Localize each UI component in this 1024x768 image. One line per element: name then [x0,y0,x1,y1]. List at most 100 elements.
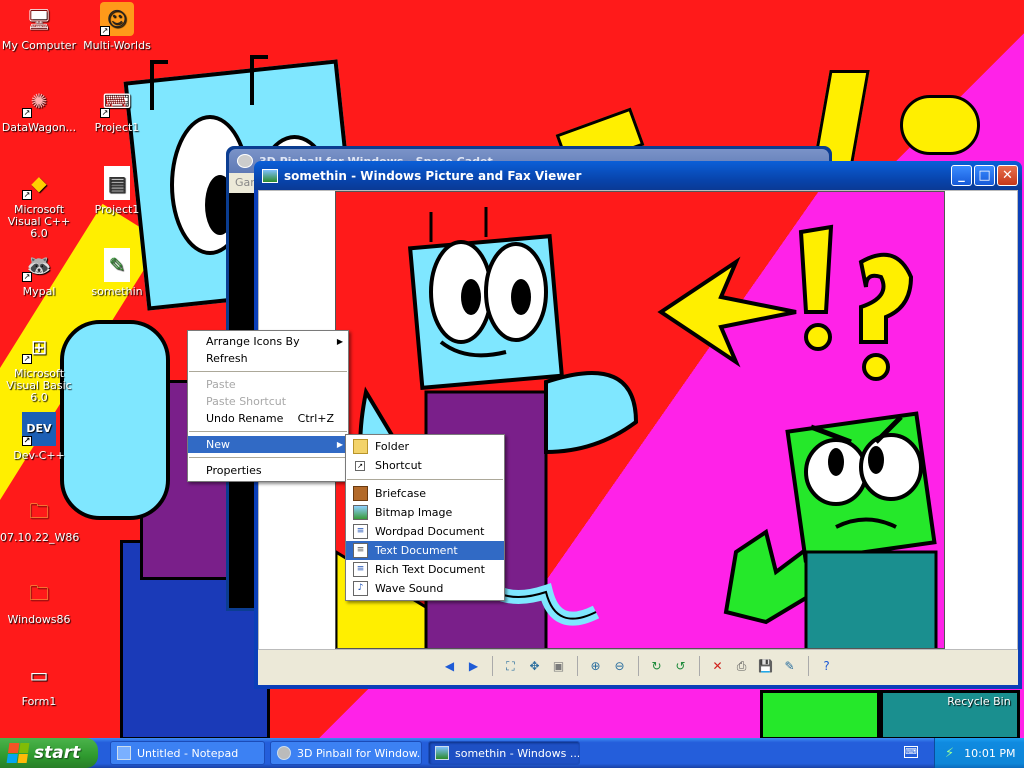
image-file-icon: ✎ [104,248,130,282]
viewer-title: somethin - Windows Picture and Fax Viewe… [284,168,582,183]
menu-item-label: Refresh [206,352,248,365]
wallpaper-antenna [250,55,268,105]
menu-properties[interactable]: Properties [188,462,348,479]
folder-icon [353,439,368,454]
document-icon: ▤ [104,166,130,200]
pinball-icon [277,746,291,760]
desktop-icon-label: Microsoft Visual C++ 6.0 [7,203,71,240]
new-wave-sound-item[interactable]: ♪ Wave Sound [346,579,504,598]
menu-new[interactable]: New ▶ [188,436,348,453]
previous-image-button[interactable]: ◀ [441,657,459,675]
text-document-icon: ≡ [353,543,368,558]
new-bitmap-item[interactable]: Bitmap Image [346,503,504,522]
best-fit-button[interactable]: ⛶ [502,657,520,675]
minimize-button[interactable]: _ [951,165,972,186]
zoom-in-button[interactable]: ⊕ [587,657,605,675]
menu-item-label: Paste [206,378,236,391]
menu-item-label: Bitmap Image [375,506,453,519]
desktop-icon-zip-folder[interactable]: 🗀 07.10.22_W86 [0,494,79,544]
desktop-icon-project1-file[interactable]: ▤ Project1 [78,166,156,216]
desktop-icon-project1-vb[interactable]: ⌨ ↗ Project1 [78,84,156,134]
new-wordpad-item[interactable]: ≡ Wordpad Document [346,522,504,541]
desktop-icon-dev-cpp[interactable]: DEV ↗ Dev-C++ [0,412,78,462]
menu-item-label: Shortcut [375,459,422,472]
desktop-icon-label: My Computer [1,39,77,52]
network-icon[interactable]: ⚡ [945,746,954,761]
desktop-icon-windows86[interactable]: 🗀 Windows86 [0,576,78,626]
viewer-toolbar: ◀ ▶ ⛶ ✥ ▣ ⊕ ⊖ ↻ ↺ ✕ ⎙ 💾 ✎? [258,647,1018,685]
toolbar-separator [807,656,809,676]
next-image-button[interactable]: ▶ [465,657,483,675]
toolbar-separator [576,656,578,676]
menu-arrange-icons-by[interactable]: Arrange Icons By ▶ [188,333,348,350]
windows-logo-icon [6,743,30,763]
print-button[interactable]: ⎙ [733,657,751,675]
desktop-icon-multi-worlds[interactable]: ☺ ↗ Multi-Worlds [78,2,156,52]
new-folder-item[interactable]: Folder [346,437,504,456]
desktop-icon-datawagon[interactable]: ✺ ↗ DataWagon... [0,84,78,134]
help-button[interactable]: ? [818,657,836,675]
menu-item-label: Wordpad Document [375,525,485,538]
new-briefcase-item[interactable]: Briefcase [346,484,504,503]
shortcut-icon: ↗ [355,461,365,471]
close-button[interactable]: ✕ [997,165,1018,186]
edit-button[interactable]: ✎ [781,657,799,675]
desktop-icon-somethin[interactable]: ✎ somethin [78,248,156,298]
keyboard-icon[interactable]: ⌨ [904,746,918,758]
viewer-titlebar[interactable]: somethin - Windows Picture and Fax Viewe… [254,161,1022,190]
submenu-arrow-icon: ▶ [336,440,343,449]
taskbar: start Untitled - Notepad 3D Pinball for … [0,738,1024,768]
save-button[interactable]: 💾 [757,657,775,675]
desktop-icon-label: Dev-C++ [13,449,65,462]
desktop-icon-visual-cpp[interactable]: ◆ ↗ Microsoft Visual C++ 6.0 [0,166,78,240]
picture-viewer-window[interactable]: somethin - Windows Picture and Fax Viewe… [254,161,1022,689]
visual-basic-icon: ⊞ ↗ [22,335,48,364]
wave-sound-icon: ♪ [353,581,368,596]
datawagon-icon: ✺ ↗ [22,89,48,118]
taskbar-button-pinball[interactable]: 3D Pinball for Window... [270,741,422,765]
new-submenu: Folder ↗ Shortcut Briefcase Bitmap Image… [345,434,505,601]
menu-item-label: New [206,438,230,451]
maximize-button[interactable]: □ [974,165,995,186]
rotate-clockwise-button[interactable]: ↻ [648,657,666,675]
pinball-icon [237,154,253,168]
desktop-icon-label: Windows86 [7,613,71,626]
slideshow-button[interactable]: ▣ [550,657,568,675]
actual-size-button[interactable]: ✥ [526,657,544,675]
menu-paste[interactable]: Paste [188,376,348,393]
new-text-document-item[interactable]: ≡ Text Document [346,541,504,560]
picture-viewer-icon [262,168,278,183]
taskbar-button-picture-viewer[interactable]: somethin - Windows ... [428,741,580,765]
desktop-icon-label: Mypal [22,285,56,298]
delete-button[interactable]: ✕ [709,657,727,675]
new-rich-text-item[interactable]: ≡ Rich Text Document [346,560,504,579]
submenu-arrow-icon: ▶ [336,337,343,346]
desktop-icon-label: somethin [91,285,143,298]
taskbar-button-label: Untitled - Notepad [137,746,239,760]
taskbar-button-notepad[interactable]: Untitled - Notepad [110,741,265,765]
briefcase-icon [353,486,368,501]
menu-paste-shortcut[interactable]: Paste Shortcut [188,393,348,410]
desktop-icon-form1[interactable]: ▭ Form1 [0,658,78,708]
desktop-icon-label: Project1 [94,203,140,216]
desktop-icon-my-computer[interactable]: 🖥 My Computer [0,2,78,52]
project-icon: ⌨ ↗ [100,89,132,118]
clock[interactable]: 10:01 PM [964,747,1015,760]
rotate-counterclockwise-button[interactable]: ↺ [672,657,690,675]
desktop-icon-label: Recycle Bin [947,695,1011,708]
menu-item-label: Rich Text Document [375,563,485,576]
taskbar-button-label: somethin - Windows ... [455,746,580,760]
menu-separator [189,371,347,372]
desktop-icon-visual-basic[interactable]: ⊞ ↗ Microsoft Visual Basic 6.0 [0,330,78,404]
menu-undo-rename[interactable]: Undo Rename Ctrl+Z [188,410,348,427]
menu-refresh[interactable]: Refresh [188,350,348,367]
start-button[interactable]: start [0,738,98,768]
folder-icon: 🗀 [29,581,49,605]
menu-item-label: Paste Shortcut [206,395,287,408]
menu-separator [189,431,347,432]
desktop-icon-mypal[interactable]: 🦝 ↗ Mypal [0,248,78,298]
zoom-out-button[interactable]: ⊖ [611,657,629,675]
menu-item-label: Properties [206,464,262,477]
new-shortcut-item[interactable]: ↗ Shortcut [346,456,504,475]
menu-separator [189,457,347,458]
